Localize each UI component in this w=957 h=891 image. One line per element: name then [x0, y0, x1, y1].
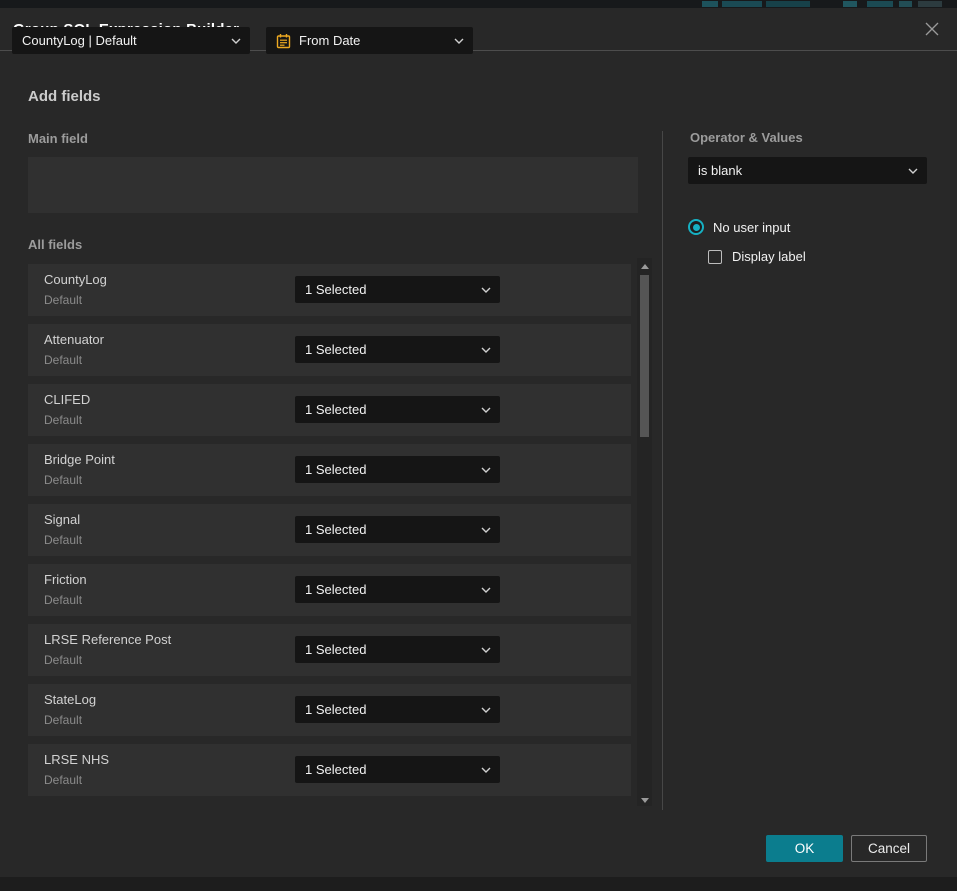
field-row-selection-select[interactable]: 1 Selected: [295, 396, 500, 423]
field-row-subtitle: Default: [44, 473, 82, 487]
field-row-selection-value: 1 Selected: [305, 522, 366, 537]
checkbox-unchecked-icon: [708, 250, 722, 264]
screen: Group SQL Expression Builder Add fields …: [0, 0, 957, 891]
chevron-down-icon: [481, 467, 491, 473]
operator-select[interactable]: is blank: [688, 157, 927, 184]
field-row: StateLog Default 1 Selected: [28, 684, 631, 736]
no-user-input-label: No user input: [713, 220, 790, 235]
calendar-icon: [276, 33, 291, 49]
background-artifact: [722, 1, 762, 7]
operator-select-value: is blank: [698, 163, 742, 178]
field-row: LRSE Reference Post Default 1 Selected: [28, 624, 631, 676]
chevron-down-icon: [481, 407, 491, 413]
field-row-subtitle: Default: [44, 593, 82, 607]
field-row-name: Signal: [44, 512, 80, 528]
background-artifact: [918, 1, 942, 7]
field-row-selection-value: 1 Selected: [305, 702, 366, 717]
field-row-name: LRSE NHS: [44, 752, 109, 768]
field-row-selection-select[interactable]: 1 Selected: [295, 456, 500, 483]
field-row-subtitle: Default: [44, 533, 82, 547]
fields-list-scrollbar[interactable]: [637, 258, 652, 806]
all-fields-list: CountyLog Default 1 Selected Attenuator …: [28, 264, 631, 804]
close-icon[interactable]: [922, 20, 942, 40]
field-row: Friction Default 1 Selected: [28, 564, 631, 616]
background-bottom-strip: [0, 877, 957, 891]
field-row-selection-select[interactable]: 1 Selected: [295, 336, 500, 363]
main-field-layer-select[interactable]: CountyLog | Default: [12, 27, 250, 54]
field-row-selection-select[interactable]: 1 Selected: [295, 276, 500, 303]
field-row-name: Friction: [44, 572, 87, 588]
field-row-subtitle: Default: [44, 293, 82, 307]
chevron-down-icon: [481, 767, 491, 773]
field-row-name: LRSE Reference Post: [44, 632, 171, 648]
field-row-subtitle: Default: [44, 413, 82, 427]
chevron-down-icon: [481, 707, 491, 713]
chevron-down-icon: [481, 587, 491, 593]
main-field-layer-select-value: CountyLog | Default: [22, 33, 137, 48]
display-label-label: Display label: [732, 249, 806, 264]
field-row-selection-select[interactable]: 1 Selected: [295, 576, 500, 603]
no-user-input-radio[interactable]: No user input: [688, 219, 790, 235]
field-row-selection-value: 1 Selected: [305, 342, 366, 357]
field-row-name: CountyLog: [44, 272, 107, 288]
background-artifact: [702, 1, 718, 7]
field-row-selection-select[interactable]: 1 Selected: [295, 636, 500, 663]
field-row-subtitle: Default: [44, 713, 82, 727]
field-row: LRSE NHS Default 1 Selected: [28, 744, 631, 796]
field-row-subtitle: Default: [44, 773, 82, 787]
field-row-selection-value: 1 Selected: [305, 642, 366, 657]
dialog-group-sql-expression-builder: Group SQL Expression Builder Add fields …: [0, 8, 957, 877]
field-row: Bridge Point Default 1 Selected: [28, 444, 631, 496]
cancel-button[interactable]: Cancel: [851, 835, 927, 862]
main-field-label: Main field: [28, 131, 88, 146]
field-row: CLIFED Default 1 Selected: [28, 384, 631, 436]
chevron-down-icon: [908, 168, 918, 174]
field-row-subtitle: Default: [44, 353, 82, 367]
panel-divider: [662, 131, 663, 810]
field-row: CountyLog Default 1 Selected: [28, 264, 631, 316]
chevron-down-icon: [481, 527, 491, 533]
field-row-name: StateLog: [44, 692, 96, 708]
background-artifact: [899, 1, 912, 7]
chevron-down-icon: [481, 647, 491, 653]
ok-button[interactable]: OK: [766, 835, 843, 862]
radio-selected-icon: [688, 219, 704, 235]
field-row-selection-value: 1 Selected: [305, 282, 366, 297]
field-row-name: CLIFED: [44, 392, 90, 408]
field-row-selection-value: 1 Selected: [305, 462, 366, 477]
chevron-down-icon: [481, 287, 491, 293]
main-field-field-select[interactable]: From Date: [266, 27, 473, 54]
field-row: Attenuator Default 1 Selected: [28, 324, 631, 376]
main-field-panel: [28, 157, 638, 213]
add-fields-heading: Add fields: [28, 88, 101, 105]
all-fields-label: All fields: [28, 237, 82, 252]
field-row-subtitle: Default: [44, 653, 82, 667]
field-row-selection-value: 1 Selected: [305, 402, 366, 417]
field-row: Signal Default 1 Selected: [28, 504, 631, 556]
field-row-selection-select[interactable]: 1 Selected: [295, 696, 500, 723]
scrollbar-thumb[interactable]: [640, 275, 649, 437]
triangle-down-icon[interactable]: [641, 798, 649, 803]
chevron-down-icon: [231, 38, 241, 44]
background-app-strip: [0, 0, 957, 8]
display-label-checkbox[interactable]: Display label: [708, 249, 806, 264]
field-row-name: Attenuator: [44, 332, 104, 348]
field-row-name: Bridge Point: [44, 452, 115, 468]
operator-values-label: Operator & Values: [690, 130, 803, 145]
triangle-up-icon[interactable]: [641, 264, 649, 269]
chevron-down-icon: [481, 347, 491, 353]
field-row-selection-value: 1 Selected: [305, 762, 366, 777]
field-row-selection-select[interactable]: 1 Selected: [295, 756, 500, 783]
main-field-field-select-value: From Date: [299, 33, 360, 48]
field-row-selection-value: 1 Selected: [305, 582, 366, 597]
background-artifact: [867, 1, 893, 7]
chevron-down-icon: [454, 38, 464, 44]
field-row-selection-select[interactable]: 1 Selected: [295, 516, 500, 543]
background-artifact: [843, 1, 857, 7]
background-artifact: [766, 1, 810, 7]
